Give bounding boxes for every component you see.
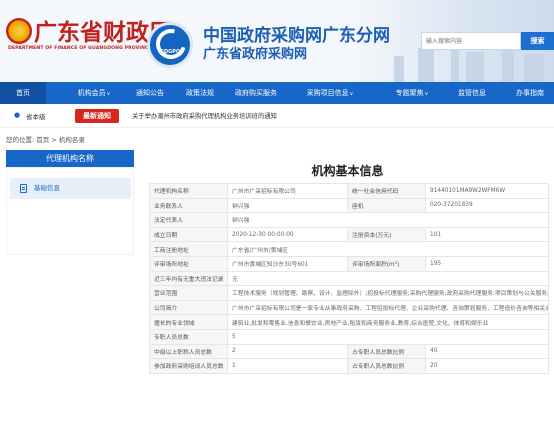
notice-link[interactable]: 关于举办潮州市政府采购代理机构业务培训班的通知 [132, 111, 277, 120]
dept-english-title: DEPARTMENT OF FINANCE OF GUANGDONG PROVI… [8, 46, 152, 51]
field-label: 注册资本(万元) [347, 226, 426, 243]
field-label: 专职人员总数 [149, 328, 228, 345]
nav-item-home[interactable]: 首页 [0, 82, 46, 104]
field-value: 40 [425, 343, 549, 360]
field-value: 建筑业,批发和零售业,信息和餐饮业,房地产业,租赁和商务服务业,教育,综合医院,… [227, 314, 549, 330]
main-nav: 首页 机构会员∨ 通知公告 政策法规 政府购买服务 采购项目信息∨ 专题聚焦∨ … [0, 82, 554, 104]
field-label: 统一社会信用代码 [347, 183, 426, 199]
search-button[interactable]: 搜索 [521, 32, 554, 50]
table-row: 近三年内有无重大违法记录无 [149, 270, 549, 287]
agency-info-table: 代理机构名称 广州市广采招标有限公司 统一社会信用代码 91440101MA9W2WF… [149, 183, 549, 374]
table-row: 成立日期 2020-12-30 00:00:00 注册资本(万元) 101 [149, 226, 549, 243]
site-subtitle: 广东省政府采购网 [203, 47, 308, 62]
nav-item-notices[interactable]: 通知公告 [130, 82, 170, 104]
latest-notice-badge: 最新通知 [75, 109, 119, 123]
field-value: 2 [227, 343, 348, 360]
field-value: 广州市广采招标有限公司 [227, 183, 348, 199]
field-label: 占专职人员总数比例 [347, 358, 426, 374]
skyline-building [524, 54, 544, 82]
skyline-building [394, 56, 404, 82]
field-label: 评审场所地址 [149, 255, 228, 272]
field-value: 101 [425, 226, 549, 243]
nav-item-topics[interactable]: 专题聚焦∨ [388, 82, 436, 104]
table-row: 法定代表人 钟兴强 [149, 212, 549, 228]
nav-item-guide[interactable]: 办事指南 [508, 82, 552, 104]
gdgpo-logo-text: GDGPO [159, 49, 181, 55]
page-title: 机构基本信息 [311, 164, 384, 178]
field-label: 评审场所面积(m²) [347, 255, 426, 272]
field-value: 钟兴强 [227, 197, 348, 214]
field-label: 参加政府采购培训人员总数 [149, 358, 228, 374]
field-value: 91440101MA9W2WFM6W [425, 183, 549, 199]
field-label: 工商注册地址 [149, 241, 228, 257]
national-emblem-icon [6, 18, 32, 44]
chevron-down-icon: ∨ [424, 91, 429, 97]
field-value: 工程技术服务（规划管理、勘察、设计、监理除外）;招投标代理服务;采购代理服务;政… [227, 285, 549, 301]
field-value: 020-37201839 [425, 197, 549, 214]
field-value: 广州市广采招标有限公司是一家专业从事政府采购、工程招投标代理、企业采购代理、咨询… [227, 299, 549, 316]
table-row: 业务联系人 钟兴强 座机 020-37201839 [149, 197, 549, 214]
chevron-down-icon: ∨ [349, 91, 354, 97]
field-value: 20 [425, 358, 549, 374]
field-label: 座机 [347, 197, 426, 214]
site-header: 广东省财政厅 DEPARTMENT OF FINANCE OF GUANGDON… [0, 0, 554, 82]
field-label: 公司简介 [149, 299, 228, 316]
field-label: 成立日期 [149, 226, 228, 243]
notice-bar: ● 省本级 最新通知 关于举办潮州市政府采购代理机构业务培训班的通知 [0, 104, 554, 128]
field-label: 营业范围 [149, 285, 228, 301]
document-icon [20, 184, 27, 193]
field-value: 无 [227, 270, 549, 287]
field-value: 广州市黄埔区知沙东30号601 [227, 255, 348, 272]
table-row: 中级以上职称人员总数 2 占专职人员总数比例 40 [149, 343, 549, 360]
field-value: 2020-12-30 00:00:00 [227, 226, 348, 243]
table-row: 参加政府采购培训人员总数 1 占专职人员总数比例 20 [149, 358, 549, 374]
field-label: 业务联系人 [149, 197, 228, 214]
breadcrumb: 您的位置: 首页 > 机构名录 [6, 136, 85, 144]
region-selector[interactable]: 省本级 [26, 111, 46, 121]
table-row: 公司简介 广州市广采招标有限公司是一家专业从事政府采购、工程招投标代理、企业采购代… [149, 299, 549, 316]
field-value: 195 [425, 255, 549, 272]
field-value: 广东省/广州市/黄埔区 [227, 241, 549, 257]
location-pin-icon: ● [14, 111, 21, 119]
nav-item-gov-services[interactable]: 政府购买服务 [228, 82, 284, 104]
table-row: 专职人员总数 5 [149, 328, 549, 345]
field-label: 占专职人员总数比例 [347, 343, 426, 360]
skyline-building [466, 52, 484, 82]
search-input[interactable] [421, 32, 521, 50]
sidebar-item-basic-info[interactable]: 基础信息 [10, 178, 131, 199]
table-row: 评审场所地址 广州市黄埔区知沙东30号601 评审场所面积(m²) 195 [149, 255, 549, 272]
nav-item-members[interactable]: 机构会员∨ [70, 82, 118, 104]
table-row: 擅长的专业领域 建筑业,批发和零售业,信息和餐饮业,房地产业,租赁和商务服务业,教… [149, 314, 549, 330]
nav-item-procurement-info[interactable]: 采购项目信息∨ [300, 82, 360, 104]
field-value: 钟兴强 [227, 212, 549, 228]
table-row: 工商注册地址 广东省/广州市/黄埔区 [149, 241, 549, 257]
gdgpo-logo-icon: GDGPO [147, 22, 193, 68]
sidebar-title: 代理机构名称 [6, 150, 134, 167]
skyline-building [418, 48, 434, 82]
field-label: 擅长的专业领域 [149, 314, 228, 330]
chevron-down-icon: ∨ [106, 91, 111, 97]
field-value: 5 [227, 328, 549, 345]
field-value: 1 [227, 358, 348, 374]
field-label: 代理机构名称 [149, 183, 228, 199]
field-label: 法定代表人 [149, 212, 228, 228]
table-row: 营业范围 工程技术服务（规划管理、勘察、设计、监理除外）;招投标代理服务;采购代理… [149, 285, 549, 301]
field-label: 近三年内有无重大违法记录 [149, 270, 228, 287]
nav-item-supervision[interactable]: 监管信息 [452, 82, 492, 104]
nav-item-policies[interactable]: 政策法规 [180, 82, 220, 104]
table-row: 代理机构名称 广州市广采招标有限公司 统一社会信用代码 91440101MA9W2WF… [149, 183, 549, 199]
field-label: 中级以上职称人员总数 [149, 343, 228, 360]
sidebar-item-label: 基础信息 [34, 184, 60, 192]
